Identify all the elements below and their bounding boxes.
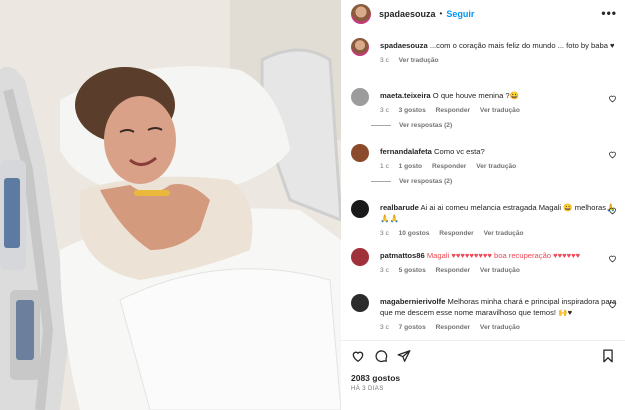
caption-time: 3 c: [380, 57, 389, 64]
share-icon[interactable]: [397, 349, 411, 363]
comment-username[interactable]: fernandalafeta: [380, 147, 432, 156]
post-photo[interactable]: [0, 0, 341, 410]
translate-link[interactable]: Ver tradução: [480, 324, 520, 331]
separator-dot: •: [439, 9, 443, 18]
caption-username[interactable]: spadaesouza: [380, 41, 428, 50]
comment-text: O que houve menina ?😀: [432, 91, 520, 100]
comment-time: 1 c: [380, 163, 389, 170]
translate-link[interactable]: Ver tradução: [480, 107, 520, 114]
view-replies-link[interactable]: Ver respostas (2): [371, 122, 452, 129]
reply-button[interactable]: Responder: [439, 230, 473, 237]
reply-button[interactable]: Responder: [432, 163, 466, 170]
caption-meta: 3 c Ver tradução: [380, 55, 620, 66]
bookmark-icon[interactable]: [601, 349, 615, 363]
caption-translate-link[interactable]: Ver tradução: [399, 57, 439, 64]
like-comment-icon[interactable]: [608, 300, 617, 309]
more-options-icon[interactable]: •••: [601, 6, 617, 20]
like-comment-icon[interactable]: [608, 150, 617, 159]
heart-icon[interactable]: [351, 349, 365, 363]
likes-count[interactable]: 2083 gostos: [351, 373, 400, 383]
post-actions: 2083 gostos HÁ 3 DIAS: [341, 340, 625, 410]
comment-time: 3 c: [380, 267, 389, 274]
comment-username[interactable]: realbarude: [380, 203, 419, 212]
author-username[interactable]: spadaesouza: [379, 9, 436, 19]
comment-time: 3 c: [380, 107, 389, 114]
follow-button[interactable]: Seguir: [446, 9, 474, 19]
commenter-avatar[interactable]: [351, 294, 369, 312]
post-sidebar: spadaesouza • Seguir ••• spadaesouza ...…: [341, 0, 625, 410]
commenter-avatar[interactable]: [351, 200, 369, 218]
post-date: HÁ 3 DIAS: [351, 386, 384, 392]
comment-text: Magali ♥♥♥♥♥♥♥♥♥ boa recuperação ♥♥♥♥♥♥: [426, 251, 581, 260]
comment-username[interactable]: patmattos86: [380, 251, 425, 260]
comment-likes[interactable]: 1 gosto: [399, 163, 422, 170]
comment-meta: 3 c 7 gostos Responder Ver tradução: [380, 322, 620, 333]
reply-button[interactable]: Responder: [436, 267, 470, 274]
comment-text: Como vc esta?: [434, 147, 485, 156]
comment-likes[interactable]: 7 gostos: [399, 324, 426, 331]
view-replies-label: Ver respostas (2): [399, 178, 453, 185]
comments-thread[interactable]: spadaesouza ...com o coração mais feliz …: [341, 30, 625, 340]
like-comment-icon[interactable]: [608, 206, 617, 215]
reply-button[interactable]: Responder: [436, 107, 470, 114]
translate-link[interactable]: Ver tradução: [480, 267, 520, 274]
translate-link[interactable]: Ver tradução: [484, 230, 524, 237]
post-header: spadaesouza • Seguir •••: [341, 0, 625, 27]
comment-meta: 3 c 5 gostos Responder Ver tradução: [380, 265, 620, 276]
comment-icon[interactable]: [374, 349, 388, 363]
caption-avatar[interactable]: [351, 38, 369, 56]
commenter-avatar[interactable]: [351, 248, 369, 266]
translate-link[interactable]: Ver tradução: [476, 163, 516, 170]
caption-text: ...com o coração mais feliz do mundo ...…: [429, 41, 615, 50]
view-replies-link[interactable]: Ver respostas (2): [371, 178, 452, 185]
comment-likes[interactable]: 3 gostos: [399, 107, 426, 114]
comment-time: 3 c: [380, 230, 389, 237]
comment-meta: 3 c 10 gostos Responder Ver tradução: [380, 228, 620, 239]
comment-meta: 1 c 1 gosto Responder Ver tradução: [380, 161, 620, 172]
comment-likes[interactable]: 5 gostos: [399, 267, 426, 274]
like-comment-icon[interactable]: [608, 94, 617, 103]
author-avatar[interactable]: [351, 3, 371, 24]
commenter-avatar[interactable]: [351, 144, 369, 162]
commenter-avatar[interactable]: [351, 88, 369, 106]
comment-likes[interactable]: 10 gostos: [399, 230, 430, 237]
hospital-photo-illustration: [0, 0, 341, 410]
comment-username[interactable]: maeta.teixeira: [380, 91, 431, 100]
like-comment-icon[interactable]: [608, 254, 617, 263]
view-replies-label: Ver respostas (2): [399, 122, 453, 129]
comment-time: 3 c: [380, 324, 389, 331]
comment-meta: 3 c 3 gostos Responder Ver tradução: [380, 105, 620, 116]
reply-button[interactable]: Responder: [436, 324, 470, 331]
comment-username[interactable]: magabernierivolfe: [380, 297, 445, 306]
